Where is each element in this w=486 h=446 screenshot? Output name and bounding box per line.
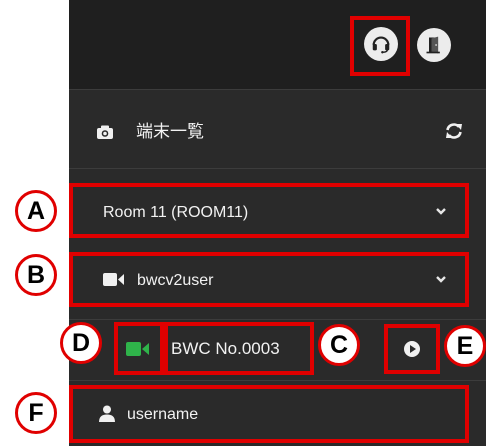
divider <box>69 168 486 169</box>
refresh-icon <box>446 123 462 139</box>
exit-button[interactable] <box>417 28 451 62</box>
annotation-frame-c <box>164 322 314 375</box>
device-list-title: 端末一覧 <box>136 122 204 141</box>
annotation-label-c: C <box>318 324 360 366</box>
annotation-label-f: F <box>15 392 57 434</box>
annotation-frame-e <box>384 324 440 374</box>
annotation-frame-headset <box>350 16 410 76</box>
annotation-frame-a <box>69 183 469 238</box>
divider <box>69 319 486 320</box>
annotation-frame-b <box>69 252 469 307</box>
annotation-frame-d <box>114 322 164 375</box>
divider <box>69 89 486 90</box>
annotation-label-d: D <box>60 322 102 364</box>
annotation-label-a: A <box>15 190 57 232</box>
annotation-label-b: B <box>15 254 57 296</box>
annotation-frame-f <box>69 385 469 443</box>
camera-icon <box>96 124 114 145</box>
exit-door-icon <box>426 36 440 54</box>
annotation-label-e: E <box>444 325 486 367</box>
refresh-button[interactable] <box>444 121 466 143</box>
divider <box>69 380 486 381</box>
